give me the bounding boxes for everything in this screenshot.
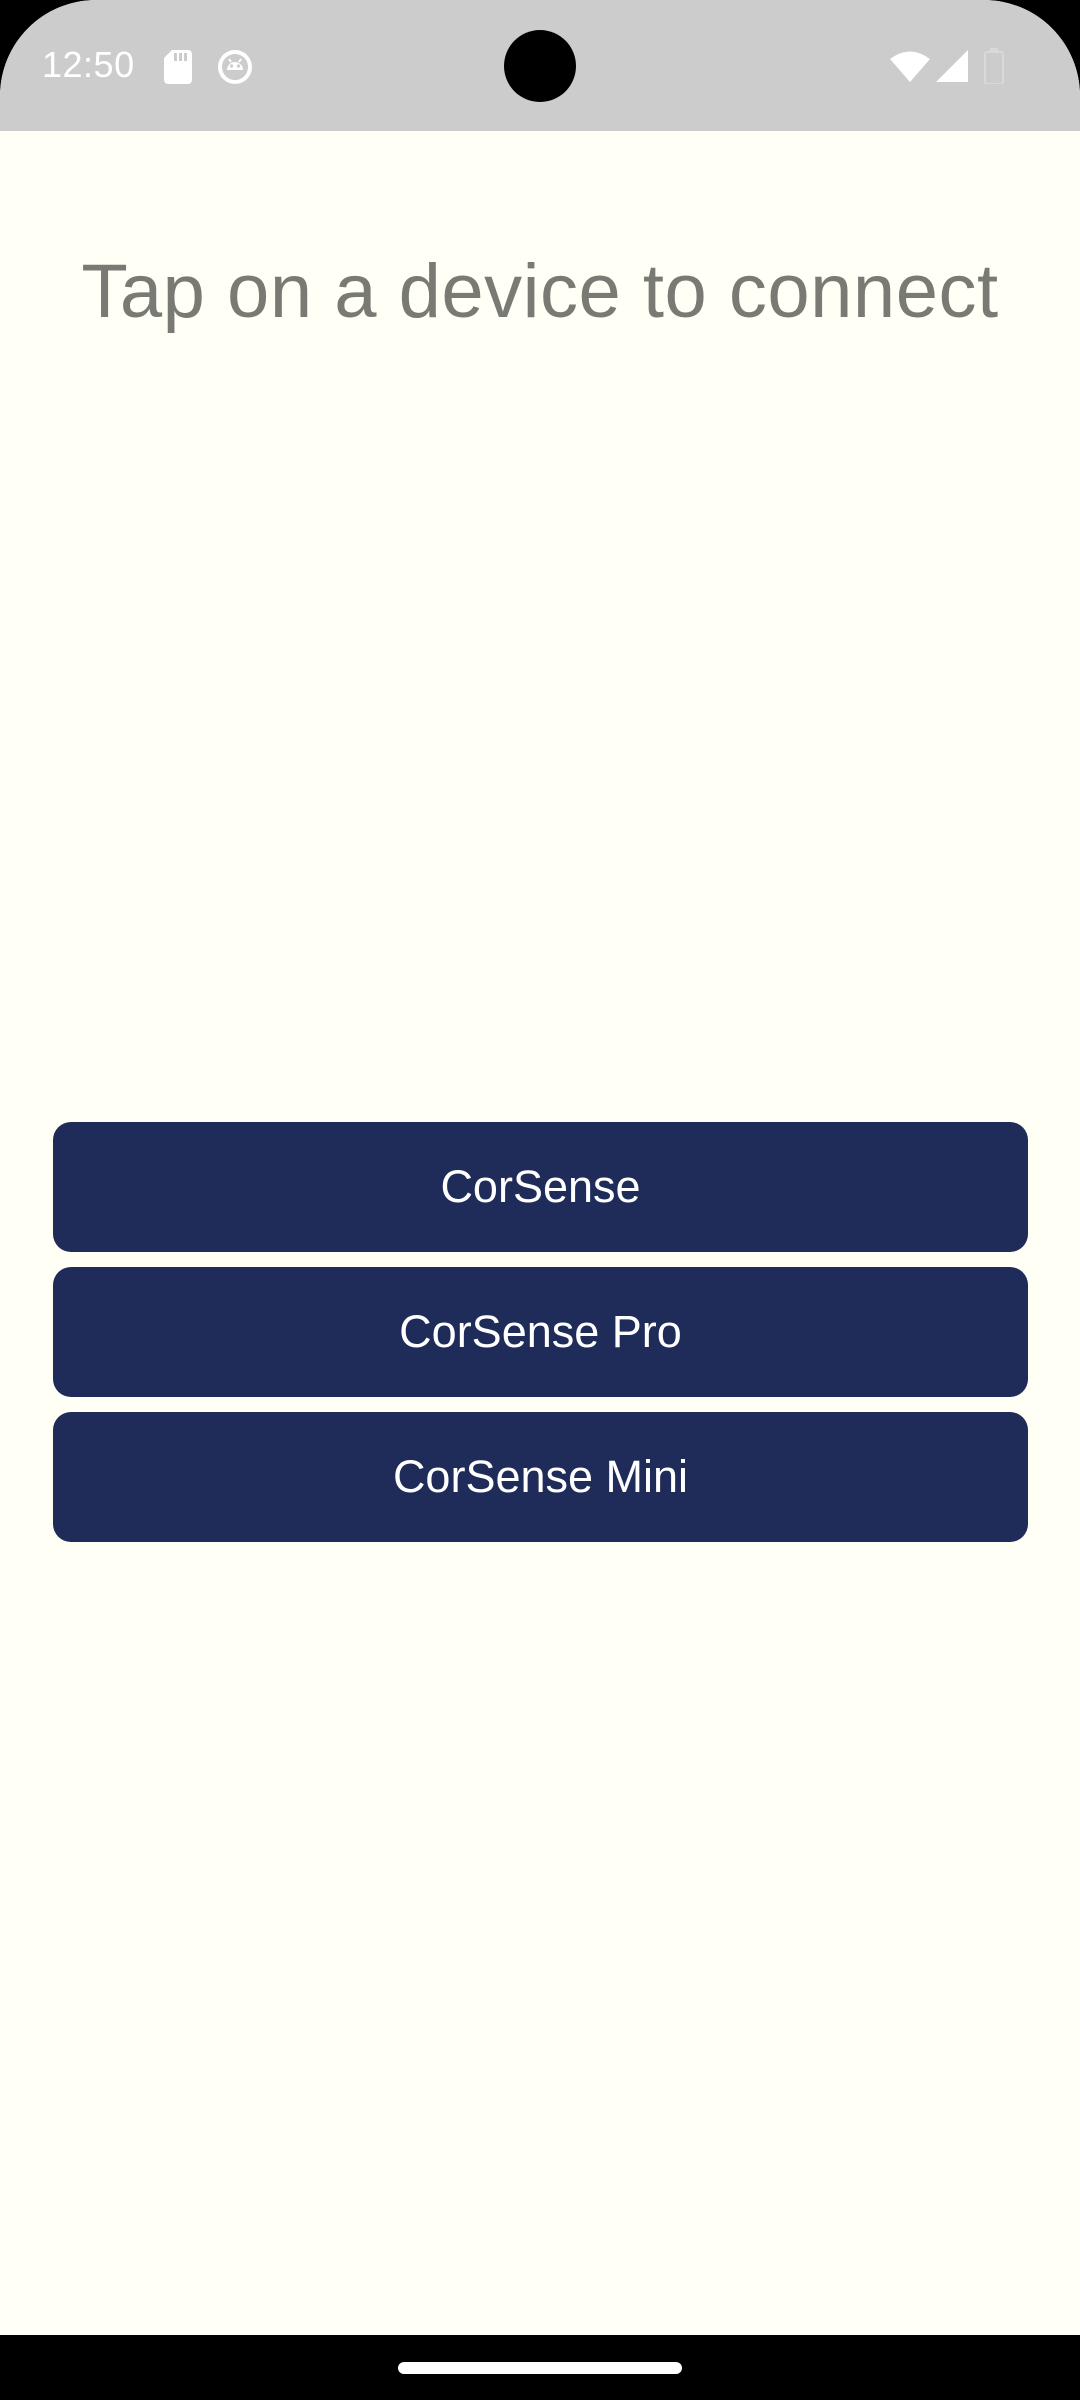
device-list: CorSense CorSense Pro CorSense Mini [53,1122,1028,1557]
device-button-corsense[interactable]: CorSense [53,1122,1028,1252]
status-bar: 12:50 [0,0,1080,131]
app-screen: 12:50 Tap on a device to connect CorSens… [0,0,1080,2335]
sd-card-icon [164,50,192,89]
device-button-label: CorSense Mini [392,1451,689,1502]
battery-icon [984,48,1004,89]
page-title: Tap on a device to connect [81,249,999,334]
device-button-label: CorSense [440,1161,641,1212]
home-indicator[interactable] [398,2362,682,2374]
device-button-corsense-pro[interactable]: CorSense Pro [53,1267,1028,1397]
camera-cutout [504,30,576,102]
android-debug-icon [218,50,252,89]
cellular-signal-icon [936,50,968,87]
wifi-icon [890,50,930,87]
device-button-corsense-mini[interactable]: CorSense Mini [53,1412,1028,1542]
status-time: 12:50 [42,44,135,85]
device-button-label: CorSense Pro [399,1306,682,1357]
